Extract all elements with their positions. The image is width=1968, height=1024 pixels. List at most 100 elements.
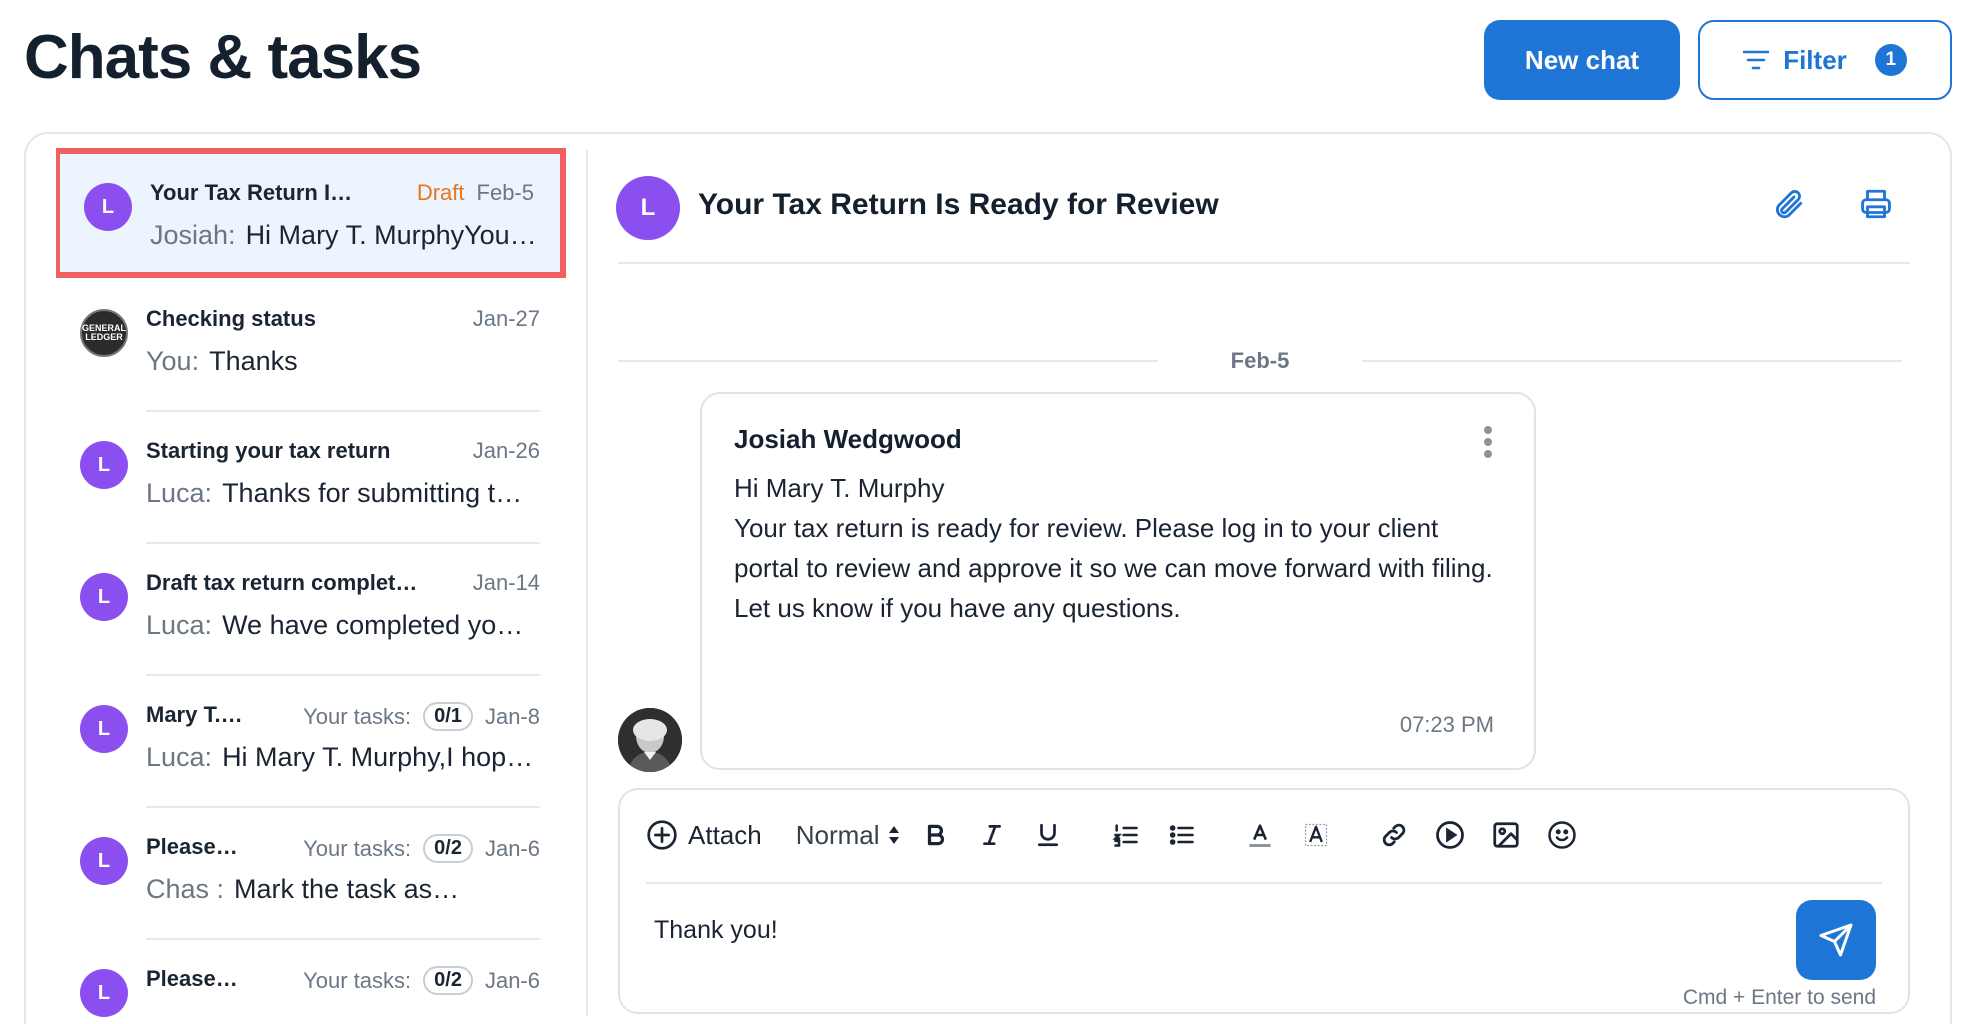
avatar: L: [80, 837, 128, 885]
message-input[interactable]: [654, 916, 1654, 945]
bold-icon[interactable]: [914, 813, 958, 857]
header-divider: [618, 262, 1910, 264]
chat-list-item[interactable]: L Draft tax return complete, e… Jan-14 L…: [56, 544, 566, 676]
sender-portrait-avatar: [618, 708, 682, 772]
general-ledger-logo-avatar: GENERAL LEDGER: [80, 309, 128, 357]
preview-text: Mark the task as…: [234, 874, 460, 904]
chat-date: Jan-6: [484, 835, 540, 861]
preview-text: Hi Mary T. MurphyYou…: [245, 220, 537, 250]
preview-sender: Josiah:: [150, 220, 236, 250]
preview-text: Thanks for submitting t…: [222, 478, 523, 508]
chat-list[interactable]: L Your Tax Return Is Rea… Draft Feb-5 Jo…: [56, 148, 566, 1024]
filter-count-badge: 1: [1874, 44, 1907, 76]
send-icon: [1819, 923, 1853, 957]
avatar: L: [80, 705, 128, 753]
preview-text: Hi Mary T. Murphy,I hop…: [222, 742, 534, 772]
chat-date: Feb-5: [476, 180, 534, 205]
message-sender: Josiah Wedgwood: [734, 424, 962, 454]
emoji-icon[interactable]: [1540, 813, 1584, 857]
text-color-icon[interactable]: [1238, 813, 1282, 857]
tasks-count-badge: 0/2: [423, 966, 473, 995]
preview-sender: Chas :: [146, 874, 225, 904]
avatar: L: [80, 969, 128, 1017]
plus-circle-icon: [647, 820, 677, 850]
message-line: Hi Mary T. Murphy: [734, 473, 945, 503]
chat-date: Jan-6: [484, 967, 540, 993]
pane-divider: [586, 150, 588, 1016]
message-composer: Attach Normal Cmd + Enter to send: [618, 788, 1910, 1014]
send-hint: Cmd + Enter to send: [1682, 986, 1876, 1009]
preview-text: Thanks: [209, 346, 298, 376]
underline-icon[interactable]: [1026, 813, 1070, 857]
chat-title: Your Tax Return Is Rea…: [150, 180, 360, 205]
filter-button[interactable]: Filter 1: [1698, 20, 1952, 100]
chat-list-item[interactable]: L Please… Your tasks: 0/2 Jan-6: [56, 940, 566, 1024]
chat-list-item[interactable]: L Starting your tax return Jan-26 Luca: T…: [56, 412, 566, 544]
preview-sender: Luca:: [146, 742, 213, 772]
logo-text: GENERAL LEDGER: [82, 323, 127, 342]
more-options-icon[interactable]: [1482, 422, 1494, 462]
chat-title: Please…: [146, 966, 238, 991]
filter-icon: [1743, 50, 1770, 70]
chat-date: Jan-26: [472, 438, 540, 463]
video-icon[interactable]: [1428, 813, 1472, 857]
text-style-select[interactable]: Normal: [796, 813, 900, 857]
chat-title: Mary T.…: [146, 702, 243, 727]
attach-label: Attach: [688, 819, 762, 850]
printer-icon[interactable]: [1854, 182, 1898, 226]
date-separator-line: [618, 360, 1158, 362]
preview-sender: Luca:: [146, 610, 213, 640]
preview-text: We have completed yo…: [222, 610, 524, 640]
chat-list-item[interactable]: L Mary T.… Your tasks: 0/1 Jan-8 Luca: Hi…: [56, 676, 566, 808]
highlight-color-icon[interactable]: [1294, 813, 1338, 857]
new-chat-button[interactable]: New chat: [1484, 20, 1680, 100]
chat-preview: Luca: Thanks for submitting t…: [146, 478, 540, 509]
chat-title: Starting your tax return: [146, 438, 391, 463]
tasks-count-badge: 0/2: [423, 834, 473, 863]
chat-preview: Chas : Mark the task as…: [146, 874, 540, 905]
send-button[interactable]: [1796, 900, 1876, 980]
tasks-count-badge: 0/1: [423, 702, 473, 731]
ordered-list-icon[interactable]: [1104, 813, 1148, 857]
chat-title: Checking status: [146, 306, 316, 331]
chat-date: Jan-14: [472, 570, 540, 595]
preview-sender: Luca:: [146, 478, 213, 508]
tasks-label: Your tasks:: [303, 835, 412, 861]
chat-avatar: L: [616, 176, 680, 240]
message-body: Hi Mary T. Murphy Your tax return is rea…: [734, 468, 1494, 628]
message-line: Your tax return is ready for review. Ple…: [734, 513, 1493, 583]
date-separator: Feb-5: [1230, 348, 1290, 373]
chat-title: Please…: [146, 834, 238, 859]
updown-icon: [888, 826, 899, 844]
attach-button[interactable]: Attach: [646, 813, 762, 857]
message-time: 07:23 PM: [1399, 712, 1494, 737]
chat-preview: Josiah: Hi Mary T. MurphyYou…: [150, 220, 544, 251]
chat-date: Jan-8: [484, 703, 540, 729]
chat-title: Draft tax return complete, e…: [146, 570, 426, 595]
toolbar-divider: [646, 882, 1882, 884]
chat-date: Jan-27: [472, 306, 540, 331]
tasks-label: Your tasks:: [303, 967, 412, 993]
tasks-label: Your tasks:: [303, 703, 412, 729]
message-line: Let us know if you have any questions.: [734, 593, 1181, 623]
preview-sender: You:: [146, 346, 200, 376]
chat-list-item[interactable]: GENERAL LEDGER Checking status Jan-27 Yo…: [56, 280, 566, 412]
chat-list-item[interactable]: L Your Tax Return Is Rea… Draft Feb-5 Jo…: [56, 148, 566, 278]
text-style-value: Normal: [795, 819, 880, 850]
paperclip-icon[interactable]: [1766, 182, 1810, 226]
avatar: L: [84, 183, 132, 231]
composer-toolbar: Attach Normal: [646, 812, 1596, 858]
message-bubble: Josiah Wedgwood Hi Mary T. Murphy Your t…: [700, 392, 1536, 770]
link-icon[interactable]: [1372, 813, 1416, 857]
image-icon[interactable]: [1484, 813, 1528, 857]
bullet-list-icon[interactable]: [1160, 813, 1204, 857]
italic-icon[interactable]: [970, 813, 1014, 857]
filter-label: Filter: [1783, 44, 1847, 75]
avatar: L: [80, 573, 128, 621]
date-separator-line: [1362, 360, 1902, 362]
chat-preview: Luca: We have completed yo…: [146, 610, 540, 641]
chat-header-title: Your Tax Return Is Ready for Review: [698, 188, 1219, 221]
chat-preview: Luca: Hi Mary T. Murphy,I hop…: [146, 742, 540, 773]
chat-list-item[interactable]: L Please… Your tasks: 0/2 Jan-6 Chas : Ma…: [56, 808, 566, 940]
avatar: L: [80, 441, 128, 489]
